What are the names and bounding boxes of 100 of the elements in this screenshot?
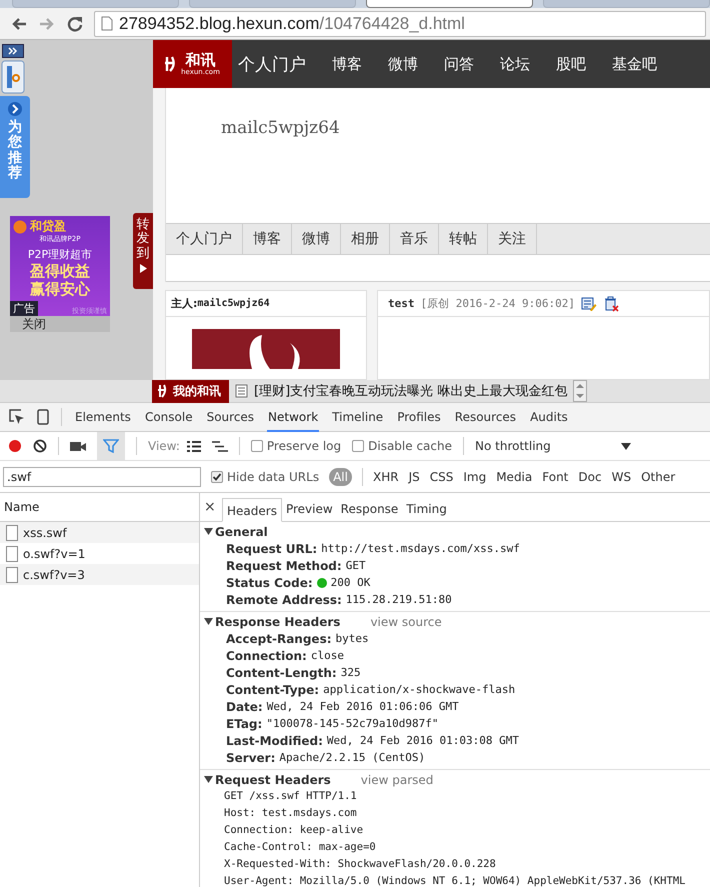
request-row[interactable]: o.swf?v=1 — [0, 543, 199, 564]
request-row[interactable]: c.swf?v=3 — [0, 564, 199, 585]
header-value: http://test.msdays.com/xss.swf — [321, 542, 520, 555]
post-title[interactable]: test — [388, 297, 414, 310]
header-value: 325 — [340, 666, 361, 679]
waterfall-view-icon[interactable] — [212, 440, 228, 452]
back-icon[interactable] — [10, 16, 28, 32]
section-title[interactable]: General — [215, 524, 268, 538]
nav-link[interactable]: 股吧 — [542, 54, 598, 74]
checkbox[interactable]: Preserve log — [250, 439, 342, 453]
devtools-tab[interactable]: Resources — [454, 402, 518, 432]
section-title[interactable]: Request Headers — [215, 772, 331, 786]
request-row[interactable]: xss.swf — [0, 522, 199, 543]
nav-link[interactable]: 博客 — [318, 54, 374, 74]
type-filter[interactable]: Doc — [578, 470, 602, 484]
detail-tab[interactable]: Preview — [282, 497, 337, 521]
view-label: View: — [148, 439, 180, 453]
header-name: Server: — [226, 750, 276, 764]
file-icon — [6, 546, 18, 562]
devtools-tab[interactable]: Console — [144, 402, 194, 432]
file-icon — [6, 566, 18, 582]
detail-tab[interactable]: Timing — [402, 497, 451, 521]
clear-icon[interactable] — [33, 439, 47, 453]
expand-button[interactable] — [2, 44, 24, 58]
nav-link[interactable]: 基金吧 — [598, 54, 669, 74]
devtools-tab[interactable]: Elements — [74, 402, 132, 432]
camera-icon[interactable] — [70, 440, 86, 452]
trash-icon[interactable] — [602, 296, 619, 312]
header-value: application/x-shockwave-flash — [323, 683, 516, 696]
document-icon — [235, 384, 248, 398]
blog-tab[interactable]: 关注 — [488, 224, 537, 254]
filter-field[interactable]: .swf — [3, 466, 201, 486]
blog-tab[interactable]: 个人门户 — [166, 224, 243, 254]
type-filter[interactable]: CSS — [430, 470, 454, 484]
header-name: Last-Modified: — [226, 734, 323, 748]
detail-tab[interactable]: Headers — [222, 498, 282, 522]
type-filter[interactable]: Font — [542, 470, 568, 484]
blog-tab[interactable]: 微博 — [292, 224, 341, 254]
reload-icon[interactable] — [66, 14, 84, 32]
type-filter[interactable]: Media — [496, 470, 532, 484]
list-view-icon[interactable] — [186, 440, 201, 452]
blog-tab[interactable]: 相册 — [341, 224, 390, 254]
checkbox[interactable]: Hide data URLs — [211, 470, 320, 484]
detail-tab[interactable]: Response — [336, 497, 402, 521]
devtools-tab[interactable]: Sources — [206, 402, 256, 432]
filter-button[interactable] — [97, 432, 125, 460]
checkbox[interactable]: Disable cache — [352, 439, 452, 453]
devtools-tab[interactable]: Audits — [529, 402, 569, 432]
checkmark-icon — [212, 472, 222, 482]
browser-tab[interactable] — [366, 0, 533, 8]
header-value: close — [310, 649, 344, 662]
nav-link[interactable]: 个人门户 — [232, 52, 318, 76]
blog-tab[interactable]: 音乐 — [390, 224, 439, 254]
view-toggle-link[interactable]: view source — [370, 614, 442, 628]
blog-tab[interactable]: 转帖 — [439, 224, 488, 254]
coin-icon — [13, 220, 27, 234]
nav-link[interactable]: 微博 — [374, 54, 430, 74]
record-icon[interactable] — [8, 439, 22, 453]
devtools-tab[interactable]: Network — [267, 402, 320, 432]
close-ad-button[interactable]: 关闭 — [10, 316, 110, 332]
type-filter[interactable]: XHR — [372, 470, 399, 484]
my-hexun-button[interactable]: 我的和讯 — [152, 380, 229, 402]
header-value: Wed, 24 Feb 2016 01:06:06 GMT — [266, 700, 459, 713]
header-line: X-Requested-With: ShockwaveFlash/20.0.0.228 — [223, 857, 497, 872]
url-text: 27894352.blog.hexun.com/104764428_d.html — [119, 14, 465, 34]
inspect-icon[interactable] — [9, 409, 25, 425]
address-bar[interactable]: 27894352.blog.hexun.com/104764428_d.html — [94, 10, 706, 36]
device-icon[interactable] — [37, 409, 49, 425]
nav-link[interactable]: 论坛 — [486, 54, 542, 74]
view-toggle-link[interactable]: view parsed — [360, 772, 434, 786]
header-value: 200 OK — [330, 576, 370, 589]
share-tab[interactable]: 转发到 — [133, 213, 153, 289]
type-filter[interactable]: WS — [612, 470, 632, 484]
header-line: Cache-Control: max-age=0 — [223, 840, 377, 855]
close-button[interactable]: × — [204, 499, 222, 515]
my-hexun-label: 我的和讯 — [173, 382, 221, 400]
owner-name: mailc5wpjz64 — [197, 298, 270, 309]
devtools-tab[interactable]: Profiles — [396, 402, 442, 432]
triangle-icon — [140, 264, 146, 273]
type-filter[interactable]: Img — [463, 470, 486, 484]
header-value: GET — [346, 559, 366, 572]
owner-label: 主人: — [171, 296, 198, 311]
nav-link[interactable]: 问答 — [430, 54, 486, 74]
section-title[interactable]: Response Headers — [215, 614, 340, 628]
devtools-tab[interactable]: Timeline — [331, 402, 384, 432]
throttling-dropdown[interactable]: No throttling — [475, 439, 631, 453]
header-name: Status Code: — [226, 576, 313, 590]
scroll-arrows-icon[interactable] — [573, 380, 588, 402]
edit-icon[interactable] — [580, 296, 597, 311]
news-link[interactable]: [理财]支付宝春晚互动玩法曝光 咻出史上最大现金红包 — [254, 382, 568, 400]
logo-text: 和讯 — [186, 52, 216, 68]
filter-icon — [103, 439, 119, 453]
header-name: Remote Address: — [226, 592, 342, 606]
type-filter[interactable]: JS — [408, 470, 420, 484]
header-line: User-Agent: Mozilla/5.0 (Windows NT 6.1; WOW64) AppleWebKit/537.36 (KHTML — [223, 874, 686, 887]
ad-slogan: 盈得收益 — [30, 262, 90, 280]
ad-slogan: 赢得安心 — [30, 280, 90, 298]
type-filter[interactable]: Other — [641, 470, 676, 484]
blog-tab[interactable]: 博客 — [243, 224, 292, 254]
header-name: Content-Type: — [226, 682, 320, 696]
